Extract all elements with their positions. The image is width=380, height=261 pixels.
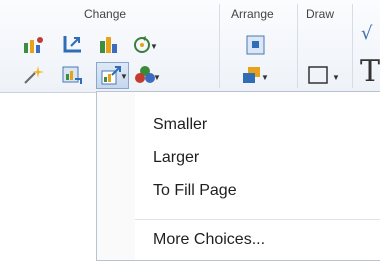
menu-item-more-choices[interactable]: More Choices... bbox=[153, 231, 265, 249]
reset-picture-icon[interactable] bbox=[60, 64, 84, 86]
ribbon: Change Arrange Draw ▼ ▼ ▼ ▼ ▼ √ T bbox=[0, 0, 380, 93]
resize-picture-button[interactable]: ▼ bbox=[96, 62, 129, 89]
position-icon[interactable] bbox=[244, 34, 268, 56]
menu-item-larger[interactable]: Larger bbox=[153, 149, 199, 167]
rectangle-shape-icon[interactable] bbox=[306, 64, 330, 86]
color-scheme-dropdown-arrow-icon[interactable]: ▼ bbox=[153, 73, 161, 82]
equation-glyph[interactable]: √ bbox=[361, 23, 372, 44]
group-label-change: Change bbox=[84, 7, 127, 21]
menu-item-to-fill-page[interactable]: To Fill Page bbox=[153, 182, 237, 200]
group-separator bbox=[352, 4, 353, 88]
change-picture-icon[interactable] bbox=[22, 34, 46, 56]
resize-dropdown-arrow-icon: ▼ bbox=[120, 72, 128, 81]
effects-icon[interactable] bbox=[22, 64, 46, 86]
menu-icon-gutter bbox=[97, 92, 135, 260]
shape-dropdown-arrow-icon[interactable]: ▼ bbox=[332, 73, 340, 82]
group-label-arrange: Arrange bbox=[231, 7, 274, 21]
group-separator bbox=[219, 4, 220, 88]
text-glyph[interactable]: T bbox=[360, 54, 380, 89]
group-order-dropdown-arrow-icon[interactable]: ▼ bbox=[261, 73, 269, 82]
menu-item-smaller[interactable]: Smaller bbox=[153, 116, 207, 134]
group-label-draw: Draw bbox=[306, 7, 335, 21]
menu-divider bbox=[135, 219, 380, 220]
resize-dropdown-menu: Smaller Larger To Fill Page More Choices… bbox=[96, 91, 380, 261]
rotate-dropdown-arrow-icon[interactable]: ▼ bbox=[150, 42, 158, 51]
crop-icon[interactable] bbox=[60, 34, 84, 56]
group-separator bbox=[297, 4, 298, 88]
recolor-icon[interactable] bbox=[97, 34, 121, 56]
